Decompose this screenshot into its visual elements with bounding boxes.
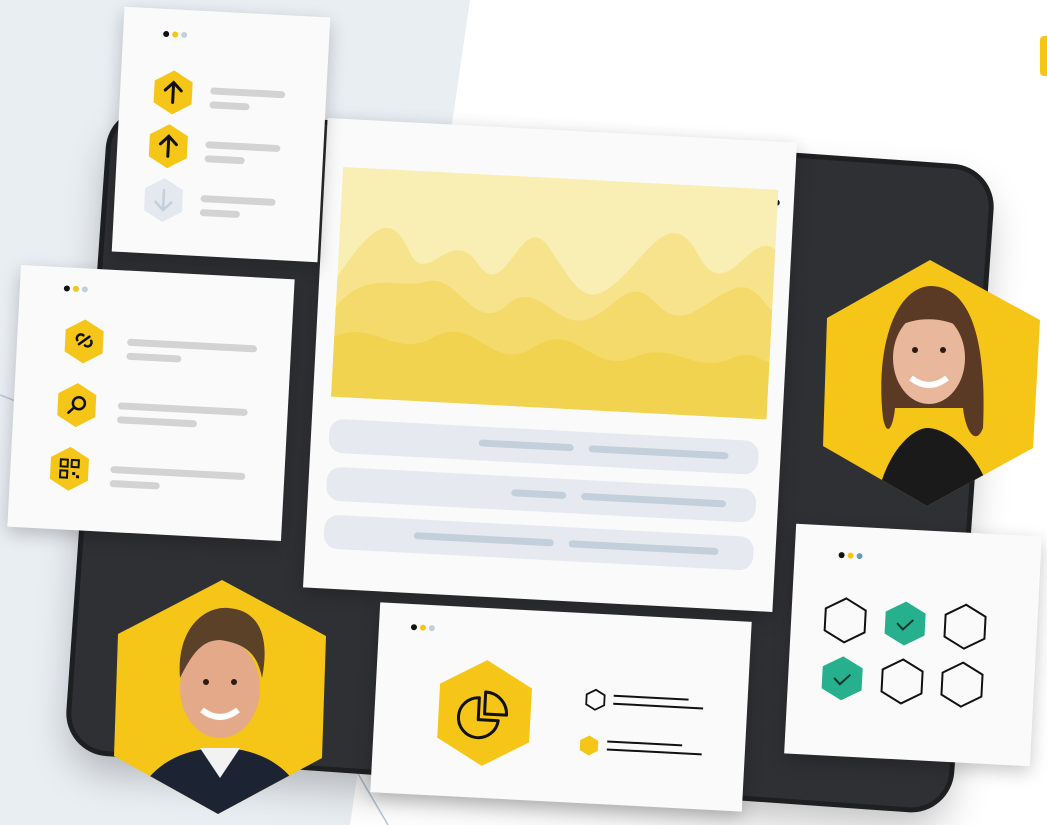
arrow-up-icon[interactable] [151,68,195,116]
pie-chart-icon[interactable] [432,655,538,770]
area-chart [331,166,779,420]
checks-card [784,523,1042,767]
check-cell[interactable] [884,601,926,647]
list-row-1[interactable] [328,418,760,476]
qr-code-icon[interactable] [47,445,91,493]
tools-card [7,265,295,541]
legend-filled-hex-icon [579,735,599,756]
window-dots [838,551,863,560]
check-cell[interactable] [940,661,984,708]
woman-portrait [823,260,1040,506]
chart-card [303,118,797,612]
arrow-up-icon[interactable] [146,122,190,170]
transfer-card [111,6,331,263]
list-row-2[interactable] [325,466,757,523]
check-grid [821,597,987,708]
man-portrait [114,580,326,814]
window-dots [63,285,89,293]
check-cell[interactable] [821,655,863,701]
window-dots [410,624,436,632]
pie-card [370,602,752,812]
window-dots [163,30,188,39]
check-cell[interactable] [823,597,867,644]
magnifier-icon[interactable] [55,381,99,429]
list-row-3[interactable] [323,514,755,571]
check-cell[interactable] [943,603,987,650]
link-icon[interactable] [62,317,106,365]
legend-outline-hex-icon [585,688,606,711]
arrow-down-icon[interactable] [141,176,185,224]
check-cell[interactable] [880,658,924,705]
